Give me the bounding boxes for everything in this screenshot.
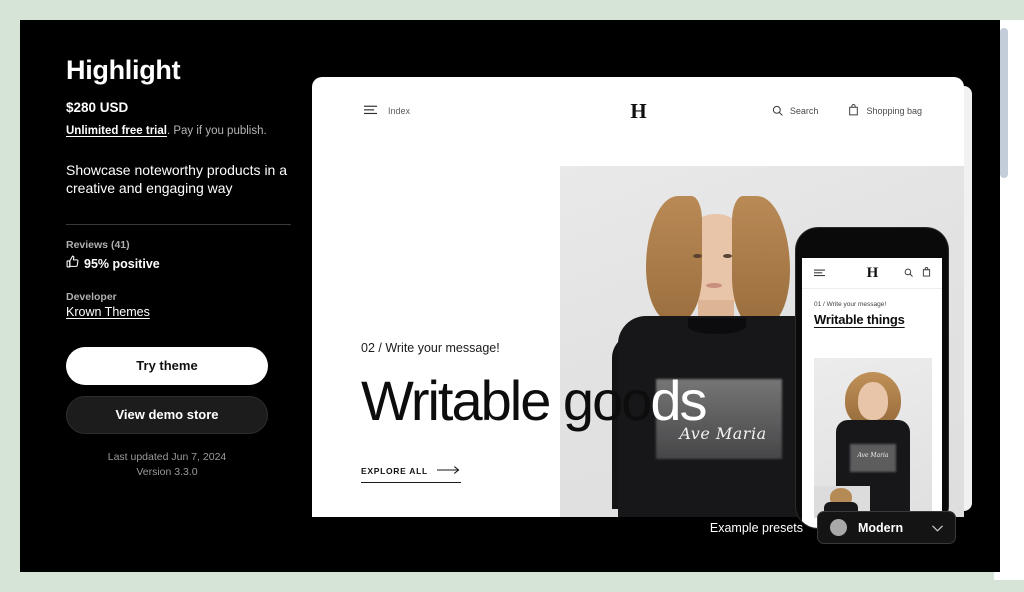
trial-note: . Pay if you publish.: [166, 124, 267, 137]
model-lips: [706, 283, 722, 288]
model-eye-left: [693, 254, 702, 258]
model-hair-right: [732, 196, 790, 326]
nav-right-group: Search Shopping bag: [772, 104, 922, 118]
store-logo: H: [630, 98, 646, 123]
rating-row: 95% positive: [66, 255, 291, 273]
preset-color-swatch: [830, 519, 847, 536]
nav-left-group[interactable]: Index: [364, 102, 410, 120]
theme-price: $280 USD: [66, 99, 129, 115]
hero-headline-light: ds: [650, 369, 707, 432]
arrow-right-icon: [436, 466, 461, 476]
mobile-hero-headline: Writable things: [814, 312, 905, 327]
chevron-down-icon: [932, 519, 943, 537]
hamburger-menu-icon[interactable]: [364, 102, 377, 120]
model-collar: [688, 318, 746, 334]
mobile-store-logo: H: [866, 264, 879, 281]
theme-meta-footer: Last updated Jun 7, 2024 Version 3.3.0: [66, 450, 268, 482]
mobile-hero-eyebrow: 01 / Write your message!: [814, 301, 887, 308]
theme-detail-modal: Highlight $280 USD Unlimited free trial.…: [20, 20, 1000, 572]
rating-text: 95% positive: [84, 256, 160, 271]
mobile-nav-icons: [904, 264, 931, 282]
example-presets-bar: Example presets Modern: [710, 511, 956, 544]
shopping-bag-label: Shopping bag: [866, 106, 922, 116]
reviews-label[interactable]: Reviews (41): [66, 239, 291, 251]
model-eye-right: [723, 254, 732, 258]
hero-eyebrow: 02 / Write your message!: [361, 341, 500, 355]
trial-info: Unlimited free trial. Pay if you publish…: [66, 123, 291, 139]
explore-all-link[interactable]: EXPLORE ALL: [361, 466, 461, 483]
search-label: Search: [789, 106, 819, 116]
mobile-model-face: [858, 382, 888, 420]
hero-headline: Writable goods: [361, 373, 708, 429]
search-icon: [772, 105, 783, 118]
app-root: Highlight $280 USD Unlimited free trial.…: [0, 0, 1024, 592]
mobile-search-icon[interactable]: [904, 264, 913, 282]
page-scrollbar[interactable]: [1000, 28, 1008, 178]
view-demo-store-button[interactable]: View demo store: [66, 395, 268, 434]
example-presets-label: Example presets: [709, 520, 803, 535]
hero-headline-dark: Writable goo: [361, 369, 652, 432]
shopping-bag-icon: [848, 104, 859, 118]
model-hair-left: [646, 196, 702, 321]
version-text: Version 3.3.0: [136, 466, 198, 479]
search-button[interactable]: Search: [772, 105, 819, 118]
preview-navbar: Index H Search Shopping bag: [312, 77, 964, 145]
mobile-hamburger-menu-icon[interactable]: [814, 264, 825, 282]
last-updated-text: Last updated Jun 7, 2024: [107, 450, 227, 463]
preset-selected-value: Modern: [858, 520, 904, 535]
page-title: Highlight: [66, 55, 181, 85]
mobile-shopping-bag-icon[interactable]: [922, 264, 931, 282]
thumbs-up-icon: [66, 255, 79, 273]
mobile-navbar: H: [802, 258, 942, 289]
theme-info-sidebar: Highlight $280 USD Unlimited free trial.…: [66, 55, 291, 482]
hero-copy-block: 02 / Write your message! Writable goods: [361, 341, 708, 429]
mobile-sweatshirt-print-text: Ave Maria: [857, 452, 889, 459]
sidebar-divider: [66, 223, 291, 225]
developer-label: Developer: [66, 290, 117, 303]
mobile-screen: H 01 / Write your message! Writable thin…: [802, 258, 942, 528]
nav-item-index[interactable]: Index: [388, 106, 410, 116]
shopping-bag-button[interactable]: Shopping bag: [848, 104, 922, 118]
free-trial-link[interactable]: Unlimited free trial: [66, 125, 167, 137]
mobile-preview[interactable]: H 01 / Write your message! Writable thin…: [796, 228, 948, 528]
explore-all-label: EXPLORE ALL: [361, 466, 428, 476]
theme-tagline: Showcase noteworthy products in a creati…: [66, 161, 288, 197]
developer-link[interactable]: Krown Themes: [66, 305, 150, 319]
try-theme-button[interactable]: Try theme: [66, 346, 268, 385]
preset-dropdown[interactable]: Modern: [817, 511, 956, 544]
